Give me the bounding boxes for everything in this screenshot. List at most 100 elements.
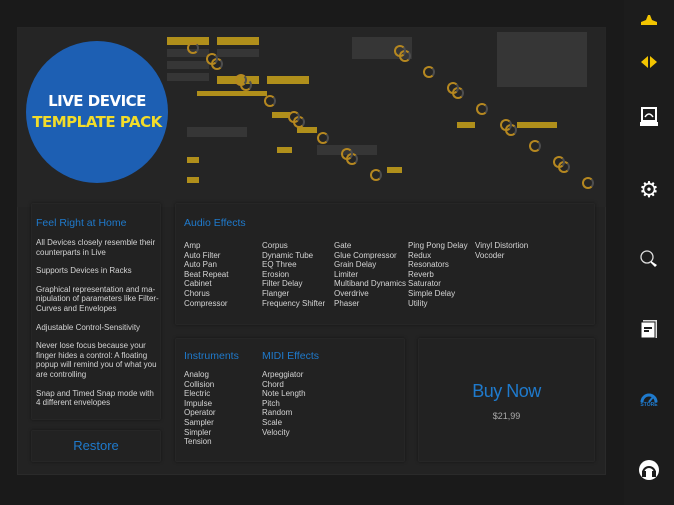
- feature-item: Supports Devices in Racks: [36, 266, 132, 276]
- audio-effect-item: Gate: [334, 241, 352, 250]
- restore-label: Restore: [73, 438, 119, 453]
- instrument-item: Operator: [184, 408, 216, 418]
- audio-effect-item: Filter Delay: [262, 279, 303, 289]
- feature-item: Adjustable Control-Sensitivity: [36, 322, 141, 332]
- feature-item: Never lose focus because your finger hid…: [36, 341, 157, 379]
- audio-effects-title: Audio Effects: [184, 217, 246, 229]
- device-control: [277, 147, 292, 153]
- knob: [394, 45, 406, 57]
- audio-effect-item: Utility: [408, 298, 428, 308]
- instrument-item: Tension: [184, 437, 212, 447]
- audio-effects-card: Audio Effects Amp Auto Filter Auto Pan Beat…: [175, 203, 595, 325]
- audio-effect-item: Overdrive: [334, 288, 369, 298]
- instrument-item: Electric: [184, 389, 211, 399]
- device-control: [517, 122, 557, 128]
- audio-effect-item: Ping Pong Delay: [408, 241, 468, 250]
- audio-effect-item: Erosion: [262, 269, 290, 279]
- midi-map-icon[interactable]: [637, 247, 661, 271]
- audio-effect-item: Corpus: [262, 241, 288, 250]
- audio-effect-item: Amp: [184, 241, 201, 250]
- knob: [235, 74, 247, 86]
- knob: [341, 148, 353, 160]
- device-control: [457, 122, 475, 128]
- device-control: [167, 73, 209, 81]
- audio-effect-item: Glue Compressor: [334, 250, 397, 260]
- device-control: [267, 76, 309, 84]
- instruments-card: Instruments Analog Collision Electric Impul…: [175, 338, 405, 462]
- device-control: [187, 157, 199, 163]
- audio-effect-item: Auto Pan: [184, 260, 217, 270]
- store-label: STORE: [640, 402, 658, 408]
- audio-effects-column: Gate Glue Compressor Grain Delay Limiter Mul…: [334, 241, 406, 308]
- audio-effect-item: EQ Three: [262, 260, 297, 270]
- instruments-title: Instruments: [184, 350, 239, 362]
- device-control: [167, 61, 209, 69]
- support-icon[interactable]: [637, 458, 661, 482]
- knob: [317, 132, 329, 144]
- knob: [288, 111, 300, 123]
- audio-effect-item: Dynamic Tube: [262, 250, 314, 260]
- knob: [423, 66, 435, 78]
- features-title: Feel Right at Home: [36, 217, 127, 229]
- audio-effect-item: Phaser: [334, 298, 360, 308]
- gear-icon[interactable]: ⚙: [637, 178, 661, 202]
- audio-effect-item: Auto Filter: [184, 250, 221, 260]
- buy-now-label: Buy Now: [472, 381, 541, 401]
- knob: [553, 156, 565, 168]
- feature-item: Graphical representation and ma-nipulati…: [36, 284, 159, 313]
- main-area: LIVE DEVICE TEMPLATE PACK Feel Right at …: [0, 0, 624, 505]
- midi-effect-item: Pitch: [262, 398, 280, 408]
- device-control: [187, 127, 247, 137]
- audio-effect-item: Grain Delay: [334, 260, 377, 270]
- badge-line-2: TEMPLATE PACK: [32, 113, 162, 131]
- price: $21,99: [492, 411, 521, 421]
- knob: [264, 95, 276, 107]
- device-control: [197, 91, 267, 96]
- knob: [529, 140, 541, 152]
- audio-effect-item: Simple Delay: [408, 288, 456, 298]
- midi-effect-item: Arpeggiator: [262, 370, 304, 379]
- device-control: [497, 32, 587, 87]
- device-control: [387, 167, 402, 173]
- midi-effect-item: Chord: [262, 379, 284, 389]
- instrument-item: Collision: [184, 379, 215, 389]
- audio-effect-item: Resonators: [408, 260, 449, 270]
- midi-effects-list: Arpeggiator Chord Note Length Pitch Random Sc…: [262, 370, 306, 437]
- feature-item: Snap and Timed Snap mode with 4 differen…: [36, 388, 154, 408]
- instruments-list: Analog Collision Electric Impulse Operator Sa…: [184, 370, 216, 447]
- audio-effect-item: Vinyl Distortion: [475, 241, 529, 250]
- audio-effects-column: Ping Pong Delay Redux Resonators Reverb Satu…: [408, 241, 468, 308]
- midi-effects-title: MIDI Effects: [262, 350, 319, 362]
- audio-effect-item: Multiband Dynamics: [334, 279, 407, 289]
- sidebar: ⚙ STORE: [624, 0, 674, 505]
- knob: [447, 82, 459, 94]
- audio-effect-item: Compressor: [184, 298, 228, 308]
- feature-item: All Devices closely resemble their count…: [36, 238, 156, 257]
- device-control: [217, 37, 259, 45]
- features-list: All Devices closely resemble their count…: [36, 238, 160, 417]
- audio-effect-item: Vocoder: [475, 250, 505, 260]
- audio-effects-column: Amp Auto Filter Auto Pan Beat Repeat Cabinet…: [184, 241, 228, 308]
- knob: [206, 53, 218, 65]
- midi-effect-item: Random: [262, 408, 293, 418]
- audio-effect-item: Beat Repeat: [184, 269, 229, 279]
- store-icon[interactable]: STORE: [637, 388, 661, 412]
- midi-effect-item: Scale: [262, 417, 283, 427]
- audio-effect-item: Chorus: [184, 288, 210, 298]
- knob: [582, 177, 594, 189]
- device-icon[interactable]: [637, 8, 661, 32]
- product-badge: LIVE DEVICE TEMPLATE PACK: [26, 41, 168, 183]
- split-icon[interactable]: [637, 50, 661, 74]
- monitor-icon[interactable]: [637, 105, 661, 129]
- audio-effect-item: Frequency Shifter: [262, 298, 326, 308]
- knob: [500, 119, 512, 131]
- instrument-item: Simpler: [184, 427, 212, 437]
- knob: [187, 42, 199, 54]
- restore-button[interactable]: Restore: [31, 430, 161, 462]
- midi-effect-item: Velocity: [262, 427, 290, 437]
- manual-icon[interactable]: [637, 317, 661, 341]
- knob: [476, 103, 488, 115]
- device-control: [217, 49, 259, 57]
- buy-now-button[interactable]: Buy Now $21,99: [418, 338, 595, 462]
- instrument-item: Analog: [184, 370, 209, 379]
